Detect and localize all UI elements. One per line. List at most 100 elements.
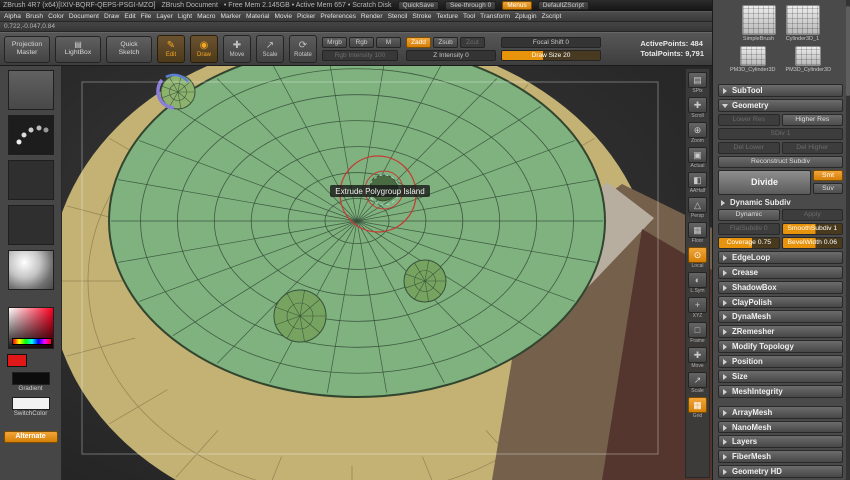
zcut-button[interactable]: Zcut xyxy=(460,37,485,48)
dynamic-subdiv-label[interactable]: Dynamic Subdiv xyxy=(718,198,843,207)
current-material-thumbnail[interactable] xyxy=(7,250,54,290)
zoom-icon[interactable]: ⊕ xyxy=(688,122,707,138)
sdiv-slider[interactable]: SDiv 1 xyxy=(718,127,843,140)
menu-picker[interactable]: Picker xyxy=(297,13,315,20)
menu-light[interactable]: Light xyxy=(178,13,192,20)
section-geometry-hd[interactable]: Geometry HD xyxy=(718,465,843,479)
current-brush-thumbnail[interactable] xyxy=(7,70,54,110)
current-texture-thumbnail[interactable] xyxy=(7,205,54,245)
aahalf-icon[interactable]: ◧ xyxy=(688,172,707,188)
floor-grid-icon[interactable]: ▦ xyxy=(688,222,707,238)
draw-size-slider[interactable]: Draw Size 20 xyxy=(501,50,601,61)
section-nanomesh[interactable]: NanoMesh xyxy=(718,420,843,434)
shelf-actual-button[interactable]: ▣ Actual xyxy=(688,147,707,169)
current-stroke-thumbnail[interactable] xyxy=(7,115,54,155)
shelf-grid-button[interactable]: ▦ Grid xyxy=(688,397,707,419)
menu-zscript[interactable]: Zscript xyxy=(542,13,562,20)
menu-edit[interactable]: Edit xyxy=(124,13,135,20)
menu-marker[interactable]: Marker xyxy=(220,13,241,20)
mrgb-button[interactable]: Mrgb xyxy=(322,37,347,48)
section-arraymesh[interactable]: ArrayMesh xyxy=(718,405,843,419)
higher-res-button[interactable]: Higher Res xyxy=(781,113,843,126)
shelf-frame-button[interactable]: □ Frame xyxy=(688,322,707,344)
local-symmetry-icon[interactable]: ⊙ xyxy=(688,247,707,263)
default-zscript-button[interactable]: DefaultZScript xyxy=(537,1,589,10)
menu-brush[interactable]: Brush xyxy=(26,13,43,20)
menu-movie[interactable]: Movie xyxy=(274,13,292,20)
draw-mode-button[interactable]: ◉ Draw xyxy=(190,35,218,63)
actual-size-icon[interactable]: ▣ xyxy=(688,147,707,163)
scroll-icon[interactable]: ✚ xyxy=(688,97,707,113)
grid-icon[interactable]: ▦ xyxy=(688,397,707,413)
zsub-button[interactable]: Zsub xyxy=(433,37,458,48)
current-color-swatch[interactable] xyxy=(7,354,27,367)
scale-mode-button[interactable]: ↗ Scale xyxy=(256,35,284,63)
section-position[interactable]: Position xyxy=(718,355,843,368)
section-dynamesh[interactable]: DynaMesh xyxy=(718,310,843,324)
see-through-slider[interactable]: See-through 0 xyxy=(444,1,497,10)
shelf-lsym-button[interactable]: ◐ L.Sym xyxy=(688,272,707,294)
menu-layer[interactable]: Layer xyxy=(156,13,173,20)
section-crease[interactable]: Crease xyxy=(718,265,843,279)
menu-draw[interactable]: Draw xyxy=(104,13,119,20)
recent-tool-thumbnail-2[interactable] xyxy=(795,46,822,67)
menu-alpha[interactable]: Alpha xyxy=(4,13,21,20)
smt-toggle[interactable]: Smt xyxy=(813,169,843,181)
gradient-toggle[interactable]: Gradient xyxy=(11,372,50,392)
menu-stroke[interactable]: Stroke xyxy=(412,13,431,20)
coverage-slider[interactable]: Coverage 0.75 xyxy=(718,236,780,249)
rotate-mode-button[interactable]: ⟳ Rotate xyxy=(289,35,317,63)
quick-sketch-button[interactable]: Quick Sketch xyxy=(106,35,152,63)
current-tool-thumbnail[interactable] xyxy=(785,5,820,35)
section-zremesher[interactable]: ZRemesher xyxy=(718,325,843,339)
section-shadowbox[interactable]: ShadowBox xyxy=(718,280,843,294)
shelf-scroll-button[interactable]: ✚ Scroll xyxy=(688,97,707,119)
shelf-scale-button[interactable]: ↗ Scale xyxy=(688,372,707,394)
menu-file[interactable]: File xyxy=(141,13,152,20)
alternate-button[interactable]: Alternate xyxy=(3,430,58,443)
menus-toggle-button[interactable]: Menus xyxy=(502,1,532,10)
menu-material[interactable]: Material xyxy=(246,13,269,20)
scrollbar-handle[interactable] xyxy=(846,6,850,96)
shelf-move-button[interactable]: ✚ Move xyxy=(688,347,707,369)
bevel-width-slider[interactable]: BevelWidth 0.06 xyxy=(781,236,843,249)
brush-tool-slot[interactable]: SimpleBrush xyxy=(741,5,776,43)
projection-master-button[interactable]: Projection Master xyxy=(4,35,50,63)
shelf-zoom-button[interactable]: ⊕ Zoom xyxy=(688,122,707,144)
switchcolor-swatch[interactable] xyxy=(11,397,50,411)
rgb-intensity-slider[interactable]: Rgb Intensity 100 xyxy=(322,50,398,61)
color-picker[interactable] xyxy=(7,307,54,349)
lsym-icon[interactable]: ◐ xyxy=(688,272,707,288)
lightbox-button[interactable]: ▤ LightBox xyxy=(55,35,101,63)
move-canvas-icon[interactable]: ✚ xyxy=(688,347,707,363)
shelf-local-button[interactable]: ⊙ Local xyxy=(688,247,707,269)
current-alpha-thumbnail[interactable] xyxy=(7,160,54,200)
menu-tool[interactable]: Tool xyxy=(463,13,475,20)
menu-texture[interactable]: Texture xyxy=(436,13,458,20)
section-claypolish[interactable]: ClayPolish xyxy=(718,295,843,309)
menu-transform[interactable]: Transform xyxy=(480,13,510,20)
menu-stencil[interactable]: Stencil xyxy=(388,13,408,20)
shelf-aahalf-button[interactable]: ◧ AAHalf xyxy=(688,172,707,194)
perspective-icon[interactable]: △ xyxy=(688,197,707,213)
switchcolor-toggle[interactable]: SwitchColor xyxy=(11,397,50,417)
brush-tool-thumbnail[interactable] xyxy=(741,5,776,35)
recent-tool-slot-1[interactable]: PM3D_Cylinder3D xyxy=(730,46,776,74)
spix-icon[interactable]: ▤ xyxy=(688,72,707,88)
shelf-floor-button[interactable]: ▦ Floor xyxy=(688,222,707,244)
dynamic-button[interactable]: Dynamic xyxy=(718,208,780,221)
shelf-xyz-button[interactable]: + XYZ xyxy=(688,297,707,319)
menu-render[interactable]: Render xyxy=(361,13,383,20)
current-tool-slot[interactable]: Cylinder3D_1 xyxy=(785,5,820,43)
recent-tool-slot-2[interactable]: PM3D_Cylinder3D xyxy=(786,46,831,74)
menu-color[interactable]: Color xyxy=(48,13,64,20)
apply-button[interactable]: Apply xyxy=(781,208,843,221)
lower-res-button[interactable]: Lower Res xyxy=(718,113,780,126)
geometry-section-header[interactable]: Geometry xyxy=(718,99,843,112)
quicksave-button[interactable]: QuickSave xyxy=(397,1,439,10)
del-higher-button[interactable]: Del Higher xyxy=(781,141,843,154)
rgb-button[interactable]: Rgb xyxy=(349,37,374,48)
menu-zplugin[interactable]: Zplugin xyxy=(515,13,537,20)
subtool-section-header[interactable]: SubTool xyxy=(718,84,843,98)
menu-macro[interactable]: Macro xyxy=(197,13,215,20)
